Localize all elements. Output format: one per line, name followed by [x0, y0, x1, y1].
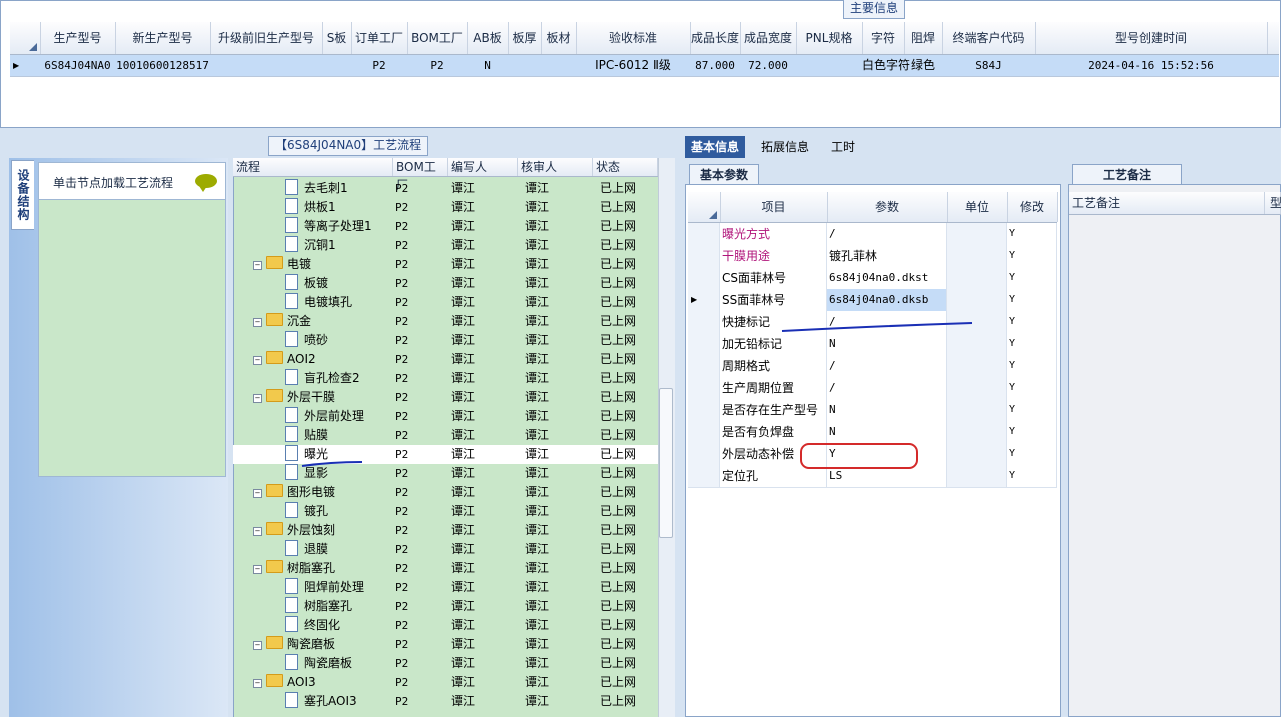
annotation-underline-quick-mark — [781, 322, 973, 332]
annotation-layer — [301, 322, 973, 469]
annotation-underline-exposure — [301, 461, 363, 467]
annotation-circle-compensation — [800, 443, 918, 469]
